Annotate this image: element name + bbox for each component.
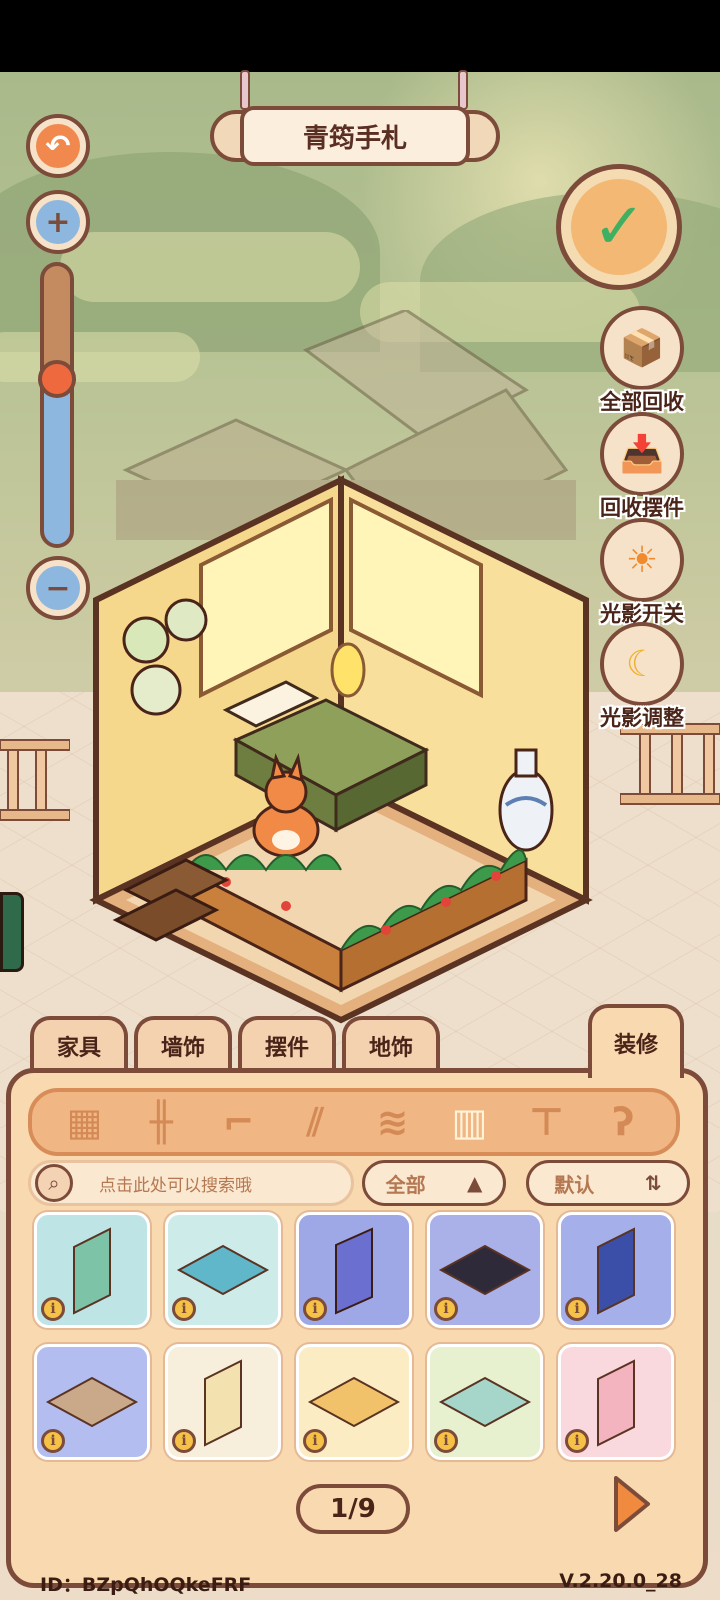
sign-chain xyxy=(240,70,250,110)
wallpaper-icon[interactable]: ▦ xyxy=(55,1094,115,1150)
item-thumbnail xyxy=(597,1359,635,1447)
search-icon: ⌕ xyxy=(35,1164,73,1202)
minus-icon: − xyxy=(36,566,80,610)
info-icon[interactable]: i xyxy=(434,1429,458,1453)
item-card-starry-door[interactable]: i xyxy=(296,1212,412,1328)
zoom-in-button[interactable]: + xyxy=(26,190,90,254)
info-icon[interactable]: i xyxy=(172,1297,196,1321)
room-scene[interactable] xyxy=(86,310,606,1030)
search-input[interactable]: ⌕ 点击此处可以搜索哦 xyxy=(28,1160,354,1206)
lighting-adjust-button[interactable]: ☾ 光影调整 xyxy=(596,622,688,732)
box-recall-all-icon: 📦 xyxy=(600,306,684,390)
zoom-slider[interactable] xyxy=(40,262,74,548)
stairs-icon[interactable]: ⌐ xyxy=(209,1094,269,1150)
item-thumbnail xyxy=(335,1227,373,1315)
page-title: 青筠手札 xyxy=(240,106,470,166)
sort-label: 默认 xyxy=(554,1172,595,1197)
door-frame-icon[interactable]: ╫ xyxy=(132,1094,192,1150)
info-icon[interactable]: i xyxy=(565,1297,589,1321)
page-indicator: 1/9 xyxy=(296,1484,410,1534)
sort-icon: ⇅ xyxy=(644,1171,662,1195)
title-sign: 青筠手札 xyxy=(210,70,500,180)
item-grid: i i i i i i i i i i xyxy=(34,1212,680,1460)
zoom-slider-handle[interactable] xyxy=(38,360,76,398)
sort-dropdown[interactable]: 默认 ⇅ xyxy=(526,1160,690,1206)
item-thumbnail xyxy=(45,1376,139,1428)
undo-button[interactable]: ↶ xyxy=(26,114,90,178)
sign-chain xyxy=(458,70,468,110)
item-thumbnail xyxy=(307,1376,401,1428)
recall-decor-button[interactable]: 📥 回收摆件 xyxy=(596,412,688,522)
item-thumbnail xyxy=(438,1376,532,1428)
version-label: V.2.20.0_28 xyxy=(559,1570,682,1592)
filter-dropdown[interactable]: 全部 ▲ xyxy=(362,1160,506,1206)
zoom-out-button[interactable]: − xyxy=(26,556,90,620)
lamp[interactable] xyxy=(330,642,366,698)
item-card-dark-tile-floor[interactable]: i xyxy=(427,1212,543,1328)
info-icon[interactable]: i xyxy=(434,1297,458,1321)
info-icon[interactable]: i xyxy=(41,1429,65,1453)
tab-ornaments[interactable]: 摆件 xyxy=(238,1016,336,1072)
sun-icon: ☀ xyxy=(600,518,684,602)
checkmark-icon: ✓ xyxy=(571,179,667,275)
item-card-compass-floor[interactable]: i xyxy=(34,1344,150,1460)
item-thumbnail xyxy=(73,1227,111,1315)
player-id: ID：BZpQhOQkeFRF xyxy=(40,1574,252,1596)
tab-wall-decor[interactable]: 墙饰 xyxy=(134,1016,232,1072)
confirm-button[interactable]: ✓ xyxy=(556,164,682,290)
item-thumbnail xyxy=(176,1244,270,1296)
fence-icon[interactable]: ▥ xyxy=(440,1094,500,1150)
undo-arrow-icon: ↶ xyxy=(36,124,80,168)
lighting-toggle-button[interactable]: ☀ 光影开关 xyxy=(596,518,688,628)
item-card-cream-wallpaper[interactable]: i xyxy=(165,1344,281,1460)
info-icon[interactable]: i xyxy=(172,1429,196,1453)
box-recall-decor-icon: 📥 xyxy=(600,412,684,496)
next-triangle-icon[interactable] xyxy=(612,1474,652,1534)
mailbox[interactable] xyxy=(0,892,24,972)
filter-label: 全部 xyxy=(385,1172,426,1197)
cloud xyxy=(60,232,360,302)
tab-furniture[interactable]: 家具 xyxy=(30,1016,128,1072)
mailbox-icon[interactable]: ⊤ xyxy=(517,1094,577,1150)
category-bar: ▦ ╫ ⌐ ⫽ ≋ ▥ ⊤ ʔ xyxy=(28,1088,680,1156)
item-card-pastel-swirl-floor[interactable]: i xyxy=(427,1344,543,1460)
item-card-pink-wallpaper[interactable]: i xyxy=(558,1344,674,1460)
triangle-up-icon: ▲ xyxy=(466,1171,483,1195)
item-card-snowflake-wallpaper[interactable]: i xyxy=(558,1212,674,1328)
info-icon[interactable]: i xyxy=(565,1429,589,1453)
tab-renovation[interactable]: 装修 xyxy=(588,1004,684,1078)
misc-icon[interactable]: ʔ xyxy=(594,1094,654,1150)
roof-tile-icon[interactable]: ≋ xyxy=(363,1094,423,1150)
item-card-watermelon-wallpaper[interactable]: i xyxy=(34,1212,150,1328)
item-card-flower-floor[interactable]: i xyxy=(296,1344,412,1460)
item-card-triangle-floor[interactable]: i xyxy=(165,1212,281,1328)
item-thumbnail xyxy=(438,1244,532,1296)
item-thumbnail xyxy=(597,1227,635,1315)
search-placeholder: 点击此处可以搜索哦 xyxy=(99,1175,252,1196)
recall-all-button[interactable]: 📦 全部回收 xyxy=(596,306,688,416)
plus-icon: + xyxy=(36,200,80,244)
railing-icon[interactable]: ⫽ xyxy=(286,1094,346,1150)
info-icon[interactable]: i xyxy=(41,1297,65,1321)
moon-sun-icon: ☾ xyxy=(600,622,684,706)
item-thumbnail xyxy=(204,1359,242,1447)
tab-floor-decor[interactable]: 地饰 xyxy=(342,1016,440,1072)
info-icon[interactable]: i xyxy=(303,1429,327,1453)
lighting-adjust-label: 光影调整 xyxy=(600,706,684,730)
railing-left xyxy=(0,739,70,821)
info-icon[interactable]: i xyxy=(303,1297,327,1321)
